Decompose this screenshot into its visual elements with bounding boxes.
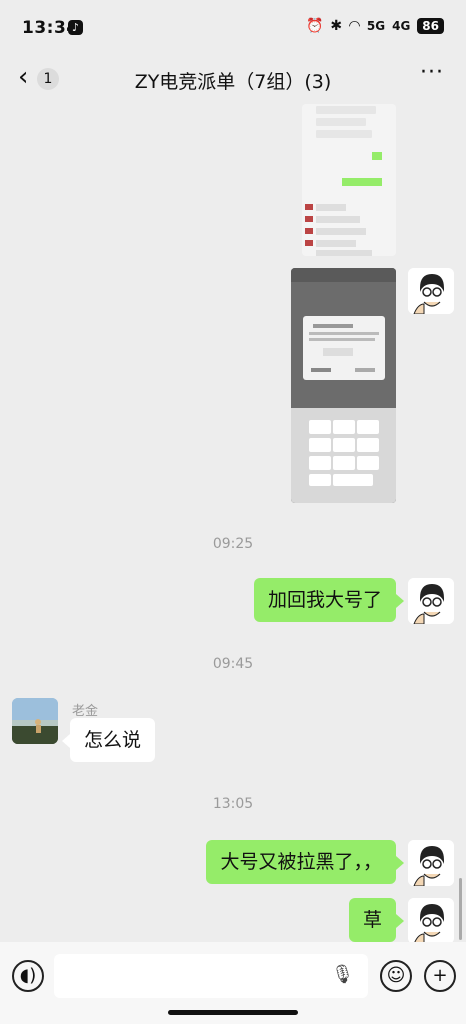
self-avatar[interactable] [408, 898, 454, 942]
voice-mode-icon[interactable]: ◖) [12, 960, 44, 992]
home-indicator [168, 1010, 298, 1015]
self-avatar-illustration [408, 578, 454, 624]
contact-avatar[interactable] [12, 698, 58, 744]
microphone-icon[interactable]: 🎙 [331, 964, 354, 985]
sender-name: 老金 [72, 704, 99, 719]
timestamp: 13:05 [212, 796, 254, 812]
bubble-tail [396, 856, 404, 870]
chat-header: ‹ 1 ZY电竞派单（7组）(3) ··· [0, 54, 466, 104]
contact-message-bubble[interactable]: 怎么说 [70, 718, 156, 762]
phone-screenshot-thumbnail [291, 268, 396, 503]
self-message-bubble[interactable]: 加回我大号了 [253, 578, 396, 622]
add-attachment-icon[interactable]: + [424, 960, 456, 992]
alarm-icon: ⏰ [305, 18, 324, 34]
wifi-icon: ◠ [349, 18, 360, 34]
more-options-icon[interactable]: ··· [420, 60, 444, 85]
bluetooth-icon: ✱ [330, 18, 343, 34]
message-input[interactable]: 🎙 [54, 954, 368, 998]
timestamp: 09:25 [212, 536, 254, 552]
bubble-tail [62, 734, 70, 748]
emoji-icon[interactable]: ☺ [380, 960, 412, 992]
bubble-tail [396, 914, 404, 928]
signal-4g-icon: 4G [392, 19, 411, 33]
status-icons: ⏰ ✱ ◠ 5G 4G 86 [306, 18, 444, 34]
contact-avatar-photo [12, 698, 58, 744]
signal-5g-icon: 5G [366, 19, 386, 33]
self-message-bubble[interactable]: 草 [348, 898, 396, 942]
scrollbar[interactable] [459, 878, 462, 940]
image-message-chat-screenshot[interactable] [302, 104, 396, 256]
message-list[interactable]: 09:25 加回我大号了 09:45 老金 怎么说 13:05 大号又被拉黑了，… [0, 104, 466, 942]
bubble-tail [396, 594, 404, 608]
status-bar: 13:34 ♪ ⏰ ✱ ◠ 5G 4G 86 [0, 0, 466, 54]
battery-icon: 86 [417, 18, 444, 34]
tiktok-icon: ♪ [68, 20, 83, 35]
self-avatar[interactable] [408, 268, 454, 314]
self-avatar-illustration [408, 840, 454, 886]
self-avatar-illustration [408, 268, 454, 314]
chat-title: ZY电竞派单（7组）(3) [134, 71, 332, 93]
image-message-phone-screenshot[interactable] [291, 268, 396, 503]
self-avatar-illustration [408, 898, 454, 942]
self-avatar[interactable] [408, 578, 454, 624]
timestamp: 09:45 [212, 656, 254, 672]
chat-screenshot-thumbnail [302, 104, 396, 256]
self-message-bubble[interactable]: 大号又被拉黑了，， [206, 840, 396, 884]
self-avatar[interactable] [408, 840, 454, 886]
